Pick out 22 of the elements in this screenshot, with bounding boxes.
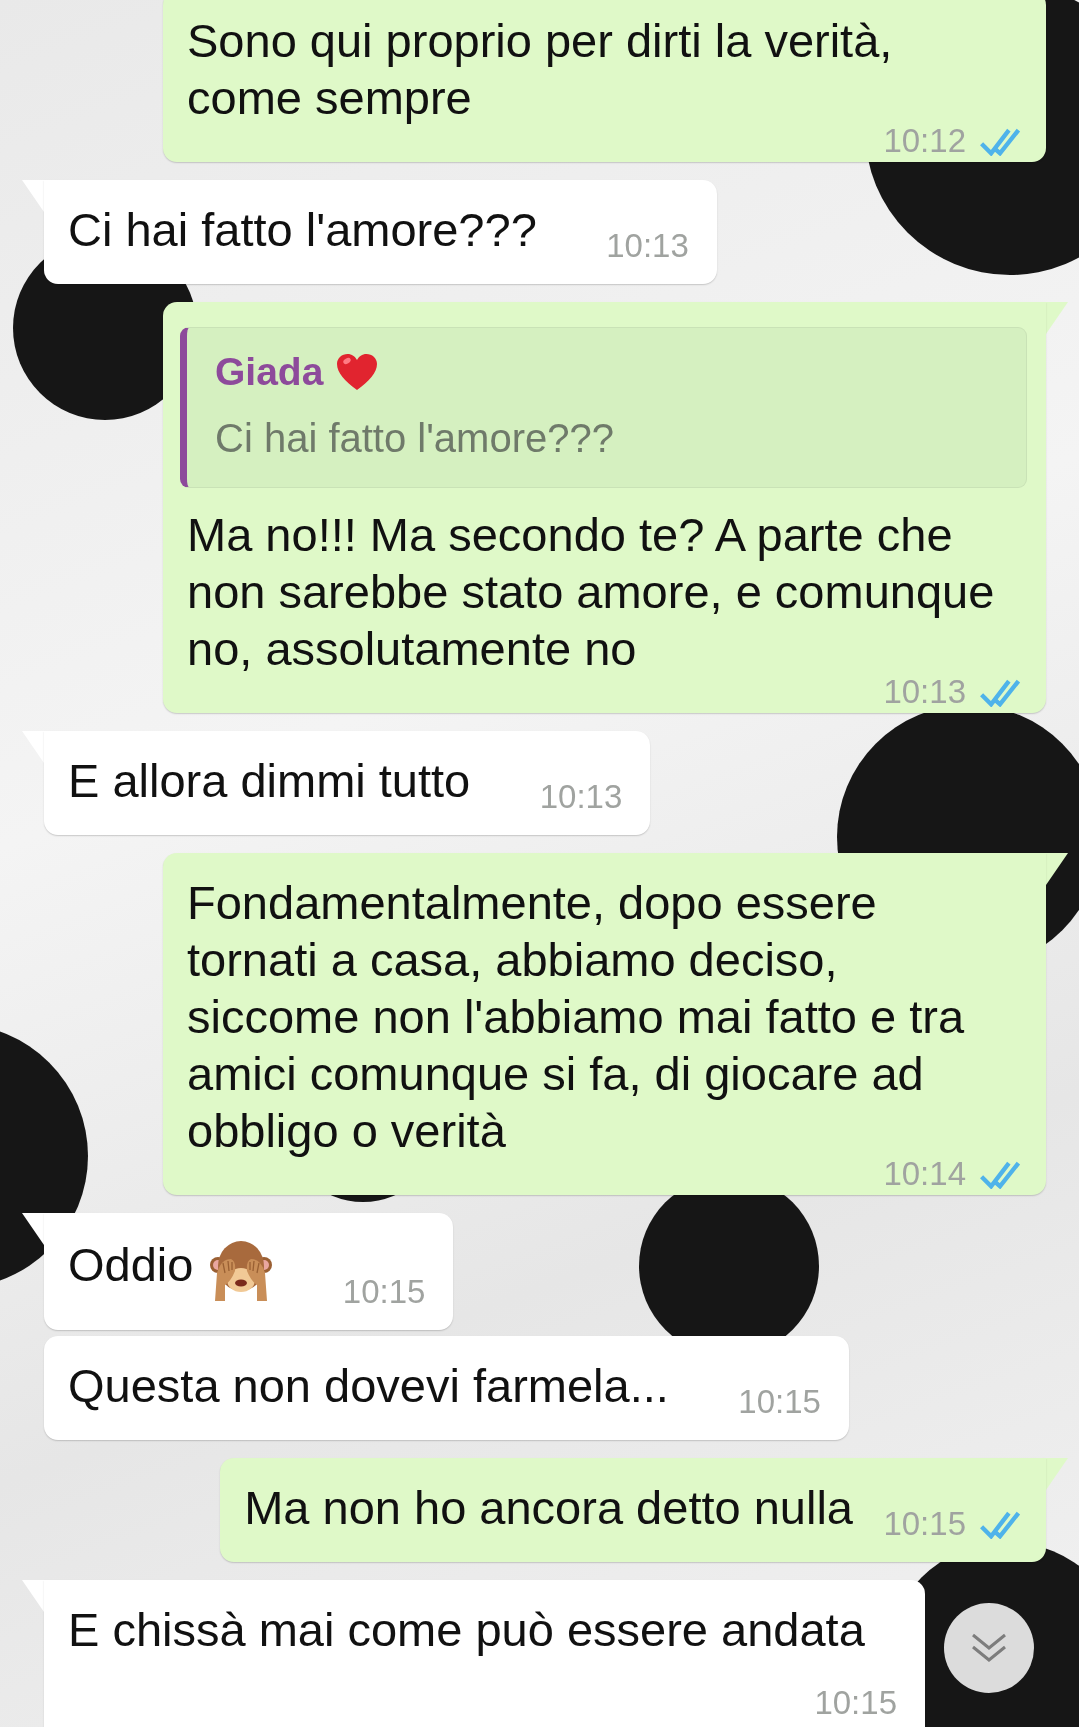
message-time: 10:14: [883, 1158, 966, 1190]
message-time: 10:15: [883, 1508, 966, 1540]
message-text: Questa non dovevi farmela...: [68, 1359, 669, 1412]
message-text: E allora dimmi tutto: [68, 754, 471, 807]
message-time: 10:15: [738, 1386, 821, 1418]
double-chevron-down-icon: [969, 1632, 1009, 1664]
message-time: 10:12: [883, 125, 966, 157]
message-text: Ma no!!! Ma secondo te? A parte che non sarebbe stato amore, e comunque no, assolutamente no: [187, 508, 995, 675]
quoted-message[interactable]: Giada Ci hai fatto l'amore???: [180, 327, 1027, 488]
message-text: Ma non ho ancora detto nulla: [244, 1481, 853, 1534]
message-time: 10:15: [342, 1276, 426, 1308]
message-text: Fondamentalmente, dopo essere tornati a casa, abbiamo deciso, siccome non l'abbiamo mai fatto e tra amici comunque si fa, di giocare ad obbligo o verità: [187, 876, 964, 1157]
message-text: E chissà mai come può essere andata: [68, 1603, 865, 1656]
message-time: 10:13: [883, 676, 966, 708]
message-time: 10:13: [606, 230, 689, 262]
message-text: Sono qui proprio per dirti la verità, come sempre: [187, 14, 893, 124]
quoted-text: Ci hai fatto l'amore???: [215, 415, 615, 461]
message-text: Ci hai fatto l'amore???: [68, 203, 537, 256]
message-text: Oddio: [68, 1238, 194, 1292]
message-time: 10:15: [814, 1687, 897, 1719]
message-time: 10:13: [539, 781, 623, 813]
quote-author: Giada: [215, 349, 324, 395]
